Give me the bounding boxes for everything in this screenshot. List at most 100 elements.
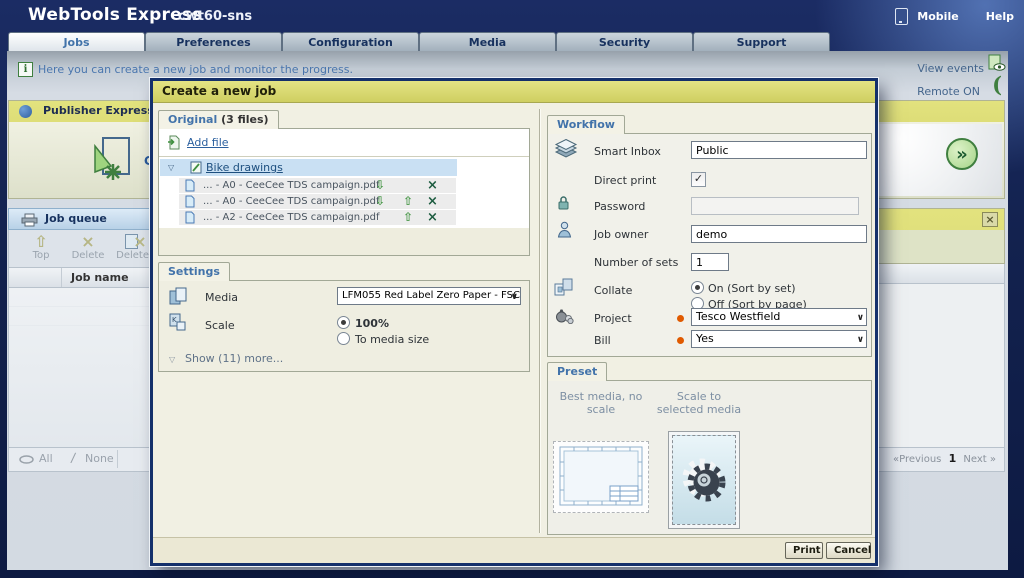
tab-configuration[interactable]: Configuration [282,32,419,51]
preset-best-label: Best media, no scale [550,390,652,416]
file-group-row[interactable]: ▽ Bike drawings [160,159,457,176]
select-none-link[interactable]: None [85,452,114,465]
view-events-label: View events [917,62,984,75]
file-name: ... - A2 - CeeCee TDS campaign.pdf [203,212,379,223]
preset-tab-label: Preset [557,365,597,378]
double-chevron-icon: » [956,144,968,165]
remove-file-button[interactable]: × [427,194,438,209]
smart-inbox-input[interactable] [691,141,867,159]
move-down-button[interactable]: ⇩ [375,194,385,209]
view-events-icon[interactable] [986,54,1006,72]
remote-status[interactable]: Remote ON [917,80,980,99]
drawing-file-icon [190,161,202,174]
pagination-previous[interactable]: «Previous [893,454,941,465]
app-title: WebTools Express [28,5,203,25]
select-all-link[interactable]: All [39,452,53,465]
direct-print-label: Direct print [594,174,656,187]
print-button[interactable]: Print [785,542,823,559]
header-links: Mobile Help [895,0,1014,32]
publisher-express-title: Publisher Express [43,104,154,117]
select-all-icon [19,455,34,464]
scale-100-label: 100% [355,317,389,330]
project-label: Project [594,312,632,325]
project-value: Tesco Westfield [696,310,780,323]
scale-to-media-radio[interactable] [337,332,350,345]
job-owner-label: Job owner [594,228,648,241]
scale-100-radio[interactable] [337,316,350,329]
view-events-link[interactable]: View events [917,57,984,76]
file-name: ... - A0 - CeeCee TDS campaign.pdf [203,180,379,191]
bill-label: Bill [594,334,611,347]
remove-file-button[interactable]: × [427,178,438,193]
original-section-tab: Original (3 files) [158,110,279,129]
delete-x-icon: × [65,233,111,250]
preset-section: Best media, no scale Scale to selected m… [547,380,872,535]
move-up-button[interactable]: ⇧ [403,194,413,209]
password-input[interactable] [691,197,859,215]
required-dot [677,337,684,344]
cancel-button[interactable]: Cancel [826,542,871,559]
file-row: ... - A0 - CeeCee TDS campaign.pdf ⇩ ⇧ × [179,194,456,209]
person-icon [557,221,572,238]
show-more-link[interactable]: Show (11) more... [185,352,283,365]
tab-support[interactable]: Support [693,32,830,51]
required-dot [677,315,684,322]
collate-on-radio[interactable] [691,281,704,294]
tree-expand-icon[interactable]: ▽ [168,163,174,172]
selection-column [9,268,62,287]
toolbar-top-label: Top [33,250,50,261]
add-file-link[interactable]: Add file [187,136,229,149]
direct-print-checkbox[interactable]: ✓ [691,172,706,187]
collate-on-label: On (Sort by set) [708,282,796,295]
media-icon [169,287,187,305]
remote-crescent-icon: ( [992,76,1002,94]
preset-scale-label: Scale to selected media [654,390,744,416]
move-up-button[interactable]: ⇧ [403,210,413,225]
lock-icon [557,195,570,210]
bill-value: Yes [696,332,714,345]
publisher-express-icon [19,105,32,118]
scroll-right-button[interactable]: » [946,138,978,170]
job-owner-input[interactable] [691,225,867,243]
preset-option-scale-media[interactable] [668,431,740,529]
mobile-link[interactable]: Mobile [917,10,958,23]
footer-divider [117,450,118,468]
pagination-next[interactable]: Next » [963,454,996,465]
file-name: ... - A0 - CeeCee TDS campaign.pdf [203,196,379,207]
move-down-button[interactable]: ⇩ [375,178,385,193]
workflow-tab-label: Workflow [557,118,615,131]
create-new-job-icon [89,134,135,184]
tab-preferences[interactable]: Preferences [145,32,282,51]
media-label: Media [205,291,238,304]
create-job-dialog: Create a new job Original (3 files) Add … [150,78,878,566]
project-select[interactable]: Tesco Westfield ∨ [691,308,867,326]
media-select[interactable]: LFM055 Red Label Zero Paper - FSC A0 (84… [337,287,521,305]
toolbar-delete-label: Delete [72,250,105,261]
top-arrow-icon: ⇧ [23,233,59,250]
dialog-title: Create a new job [153,81,875,103]
pane-divider [539,109,541,533]
separator [159,156,529,157]
file-row: ... - A2 - CeeCee TDS campaign.pdf ⇩ ⇧ × [179,210,456,225]
bill-select[interactable]: Yes ∨ [691,330,867,348]
file-group-link[interactable]: Bike drawings [206,161,283,174]
select-none-icon: / [70,451,76,466]
help-link[interactable]: Help [986,10,1014,23]
toolbar-delete-button[interactable]: × Delete [65,233,111,261]
dialog-footer: Print Cancel [153,537,875,563]
gear-icon [672,435,736,525]
close-panel-button[interactable]: × [982,212,998,227]
tab-jobs[interactable]: Jobs [8,32,145,51]
chevron-down-icon: ∨ [857,310,864,326]
add-file-icon [167,135,181,150]
tab-media[interactable]: Media [419,32,556,51]
number-of-sets-input[interactable] [691,253,729,271]
toolbar-top-button[interactable]: ⇧ Top [23,233,59,261]
remote-label: Remote ON [917,85,980,98]
chevron-down-icon: ∨ [857,332,864,348]
preset-option-best-media[interactable] [553,441,649,513]
remove-file-button[interactable]: × [427,210,438,225]
project-cost-icon [554,308,574,324]
info-message: Here you can create a new job and monito… [38,63,353,76]
tab-security[interactable]: Security [556,32,693,51]
